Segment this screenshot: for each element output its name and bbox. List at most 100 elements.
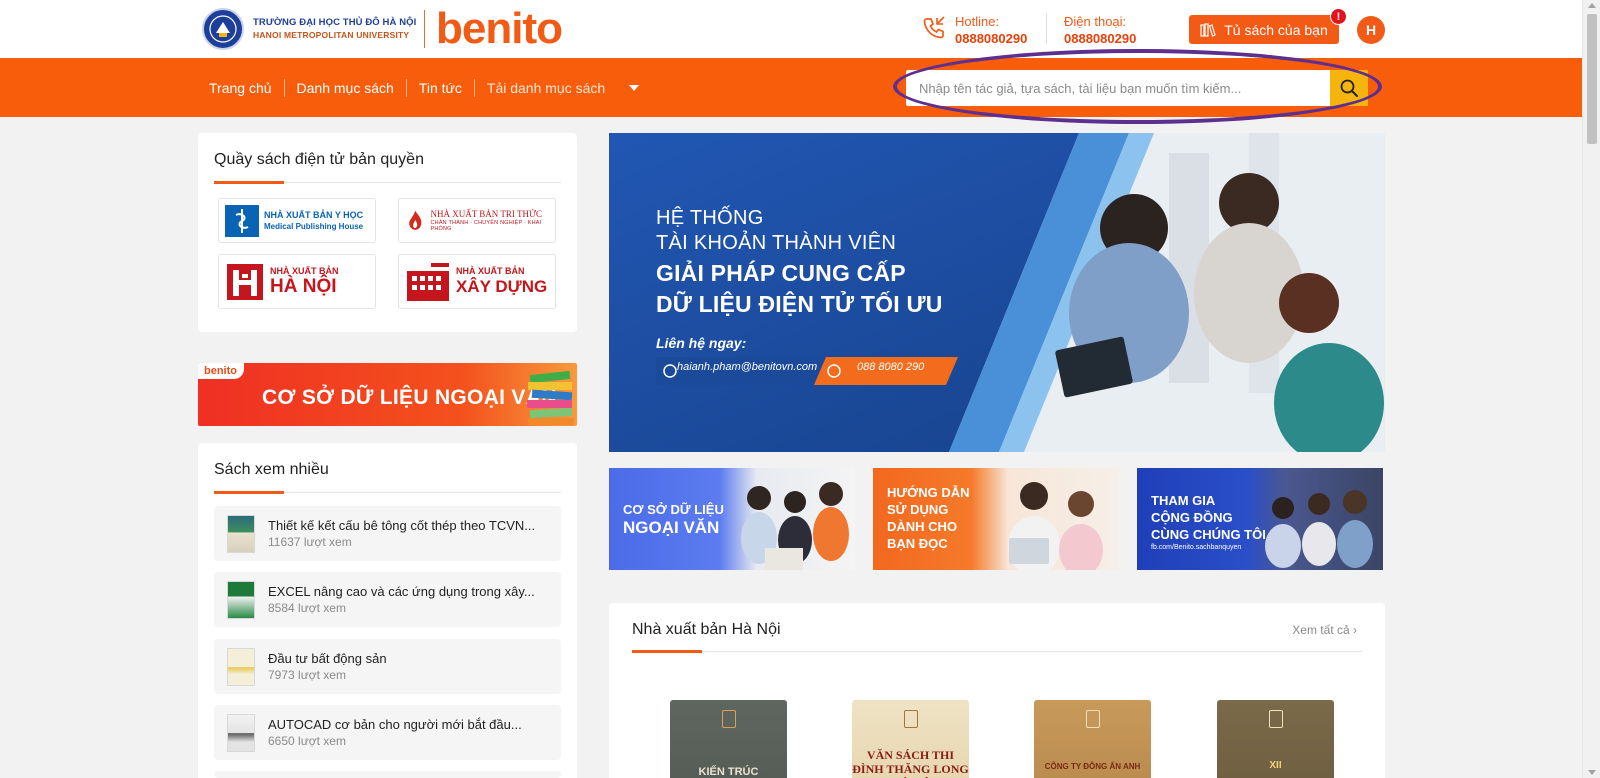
book-cover[interactable]: XII: [1217, 700, 1334, 778]
hero-line-1: HỆ THỐNG: [656, 207, 764, 229]
promo-3-line-3: CÙNG CHÚNG TÔI: [1151, 527, 1266, 542]
nav-item-download-catalog[interactable]: Tải danh mục sách: [475, 79, 651, 97]
phone-label: Điện thoại:: [1064, 14, 1127, 29]
promo-readers-image: [1008, 482, 1103, 570]
book-stack-icon: [527, 370, 574, 425]
publisher-logo-trithuc[interactable]: NHÀ XUẤT BẢN TRI THỨC CHÂN THÀNH · CHUYÊ…: [398, 198, 556, 243]
scrollbar-thumb[interactable]: [1587, 14, 1597, 144]
promo-2-line-4: BẠN ĐỌC: [887, 536, 948, 551]
university-logo[interactable]: [202, 8, 244, 50]
foreign-database-banner[interactable]: benito CƠ SỞ DỮ LIỆU NGOẠI VĂN: [198, 363, 577, 426]
notification-badge[interactable]: !: [1330, 8, 1347, 25]
book-views: 8584 lượt xem: [268, 601, 346, 615]
hero-line-3: GIẢI PHÁP CUNG CẤP: [656, 260, 906, 286]
cover-emblem-icon: [721, 710, 736, 728]
book-cover-thumbnail: [227, 581, 255, 619]
publisher-logo-xaydung[interactable]: NHÀ XUẤT BẢN XÂY DỰNG: [398, 254, 556, 309]
university-name-vi: TRƯỜNG ĐẠI HỌC THỦ ĐÔ HÀ NỘI: [253, 17, 417, 28]
benito-logo[interactable]: benito: [436, 4, 563, 54]
nav-item-news[interactable]: Tin tức: [407, 78, 475, 97]
book-cover[interactable]: CÔNG TY ĐÔNG ẤN ANH: [1034, 700, 1151, 778]
cover-emblem-icon: [1085, 710, 1100, 728]
scroll-down-arrow-icon[interactable]: [1588, 770, 1596, 775]
university-name-en: HANOI METROPOLITAN UNIVERSITY: [253, 30, 410, 40]
list-item[interactable]: Đầu tư bất động sản 7973 lượt xem: [214, 639, 561, 694]
search-icon: [1340, 79, 1358, 97]
list-item[interactable]: AUTOCAD cơ bản cho người mới bắt đầu... …: [214, 705, 561, 760]
chevron-right-icon: ›: [1353, 623, 1357, 637]
promo-3-facebook-link[interactable]: fb.com/Benito.sachbanquyen: [1151, 543, 1266, 553]
chevron-down-icon: [629, 84, 640, 91]
hotline-block[interactable]: Hotline: 0888080290: [955, 13, 1027, 47]
book-title: AUTOCAD cơ bản cho người mới bắt đầu...: [268, 717, 522, 732]
flame-icon: [409, 210, 422, 230]
publisher-hanoi-section: Nhà xuất bản Hà Nội Xem tất cả › KIẾN TR…: [609, 603, 1385, 778]
cover-emblem-icon: [903, 710, 918, 728]
promo-2-line-1: HƯỚNG DẪN: [887, 485, 970, 500]
list-item[interactable]: EXCEL nâng cao và các ứng dụng trong xây…: [214, 572, 561, 627]
book-cover[interactable]: KIẾN TRÚC: [670, 700, 787, 778]
promo-3-text: THAM GIA CỘNG ĐỒNG CÙNG CHÚNG TÔI fb.com…: [1151, 492, 1266, 553]
section-title-underline: [632, 650, 1362, 653]
book-title: Đầu tư bất động sản: [268, 651, 387, 666]
page-scrollbar[interactable]: [1582, 0, 1600, 778]
hero-email[interactable]: haianh.pham@benitovn.com: [677, 361, 817, 373]
book-cover[interactable]: VĂN SÁCH THI ĐÌNH THĂNG LONG - HÀ NỘI: [852, 700, 969, 778]
top-header: TRƯỜNG ĐẠI HỌC THỦ ĐÔ HÀ NỘI HANOI METRO…: [0, 0, 1582, 58]
publisher-medical-sub: Medical Publishing House: [264, 221, 364, 231]
user-avatar[interactable]: H: [1357, 16, 1385, 44]
search-button[interactable]: [1330, 70, 1368, 106]
popular-books-title: Sách xem nhiều: [214, 461, 329, 478]
phone-value: 0888080290: [1064, 31, 1137, 46]
book-cover-thumbnail: [227, 515, 255, 553]
book-views: 7973 lượt xem: [268, 668, 346, 682]
publisher-logo-hanoi[interactable]: NHÀ XUẤT BẢN HÀ NỘI: [218, 254, 376, 309]
nav-item-home[interactable]: Trang chủ: [209, 78, 285, 97]
promo-user-guide[interactable]: HƯỚNG DẪN SỬ DỤNG DÀNH CHO BẠN ĐỌC: [873, 468, 1119, 570]
download-catalog-label: Tải danh mục sách: [486, 79, 606, 96]
book-views: 6650 lượt xem: [268, 734, 346, 748]
my-bookshelf-label: Tủ sách của bạn: [1224, 21, 1328, 38]
list-item[interactable]: [214, 771, 561, 778]
promo-1-line-1: CƠ SỞ DỮ LIỆU: [623, 502, 724, 517]
phone-icon: [923, 16, 945, 39]
hero-line-4: DỮ LIỆU ĐIỆN TỬ TỐI ƯU: [656, 291, 943, 317]
construction-publisher-icon: [407, 262, 449, 301]
hanoi-publisher-icon: [227, 263, 263, 300]
cover-title: KIẾN TRÚC: [698, 766, 759, 778]
promo-3-line-1: THAM GIA: [1151, 493, 1216, 508]
brand-divider: [424, 10, 425, 48]
promo-1-text: CƠ SỞ DỮ LIỆU NGOẠI VĂN: [623, 501, 724, 538]
section-title: Nhà xuất bản Hà Nội: [632, 621, 781, 638]
promo-join-community[interactable]: THAM GIA CỘNG ĐỒNG CÙNG CHÚNG TÔI fb.com…: [1137, 468, 1383, 570]
phone-block[interactable]: Điện thoại: 0888080290: [1064, 13, 1136, 47]
foreign-database-text: CƠ SỞ DỮ LIỆU NGOẠI VĂN: [262, 386, 557, 409]
cover-title: CÔNG TY ĐÔNG ẤN ANH: [1044, 762, 1141, 771]
publishers-title-underline: [214, 181, 561, 184]
book-views: 11637 lượt xem: [268, 535, 352, 549]
promo-students-image: [741, 482, 849, 570]
publisher-logo-medical[interactable]: NHÀ XUẤT BẢN Y HỌC Medical Publishing Ho…: [218, 198, 376, 243]
publisher-trithuc-name: NHÀ XUẤT BẢN TRI THỨC: [430, 209, 542, 219]
promo-2-line-3: DÀNH CHO: [887, 519, 958, 534]
hero-line-2: TÀI KHOẢN THÀNH VIÊN: [656, 232, 897, 254]
see-all-link[interactable]: Xem tất cả ›: [1292, 623, 1357, 637]
list-item[interactable]: Thiết kế kết cấu bê tông cốt thép theo T…: [214, 506, 561, 561]
promo-community-image: [1265, 490, 1373, 568]
scroll-up-arrow-icon[interactable]: [1588, 3, 1596, 8]
my-bookshelf-button[interactable]: Tủ sách của bạn: [1189, 15, 1339, 44]
medical-publisher-icon: [225, 204, 259, 237]
book-cover-thumbnail: [227, 648, 255, 686]
hero-contact-label: Liên hệ ngay:: [656, 335, 747, 351]
publisher-trithuc-slogan: CHÂN THÀNH · CHUYÊN NGHIỆP · KHAI PHÓNG: [430, 220, 542, 232]
nav-item-categories[interactable]: Danh mục sách: [285, 78, 407, 97]
hero-banner[interactable]: HỆ THỐNG TÀI KHOẢN THÀNH VIÊN GIẢI PHÁP …: [609, 133, 1385, 452]
search-input[interactable]: [906, 70, 1330, 106]
popular-books-underline: [214, 491, 561, 494]
promo-foreign-database[interactable]: CƠ SỞ DỮ LIỆU NGOẠI VĂN: [609, 468, 855, 570]
publishers-card: Quầy sách điện tử bản quyền NHÀ XUẤT BẢN…: [198, 133, 577, 332]
cover-title: XII: [1269, 760, 1282, 771]
book-title: Thiết kế kết cấu bê tông cốt thép theo T…: [268, 518, 536, 533]
hero-phone[interactable]: 088 8080 290: [857, 361, 924, 373]
promo-2-line-2: SỬ DỤNG: [887, 502, 949, 517]
